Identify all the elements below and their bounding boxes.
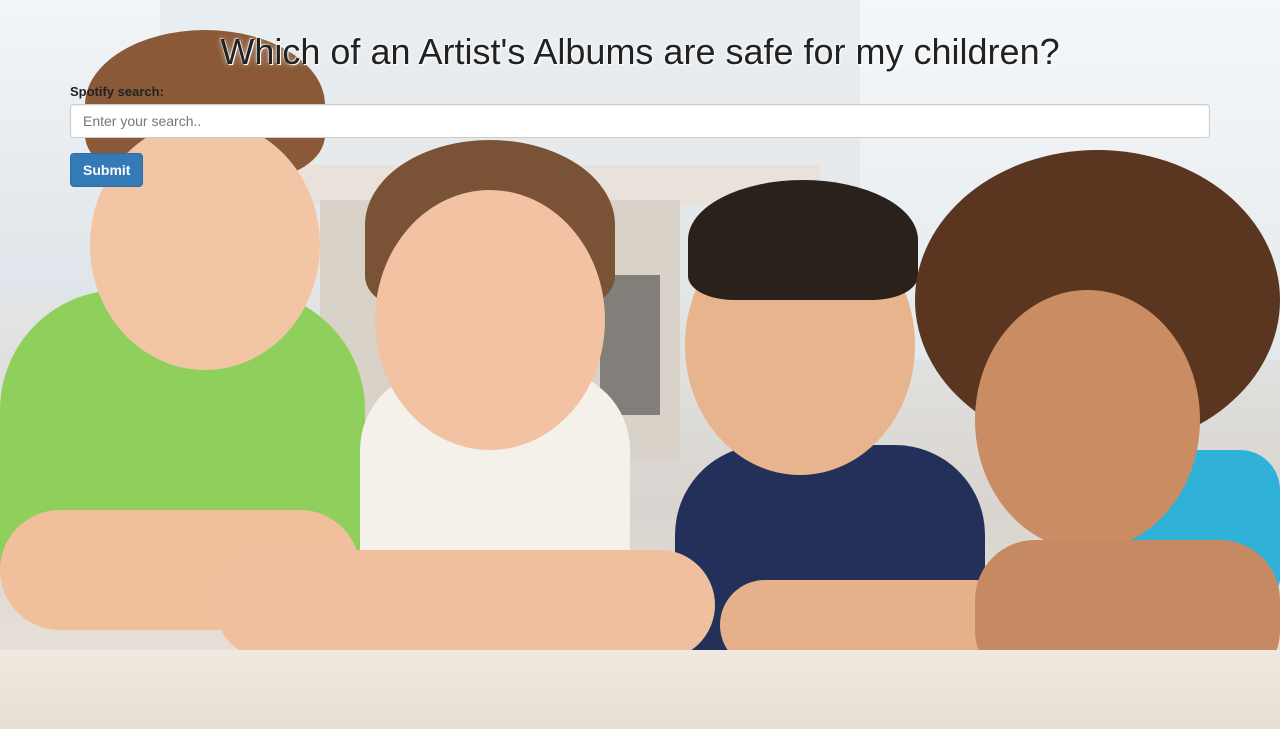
search-form-container: Which of an Artist's Albums are safe for…: [70, 30, 1210, 187]
page-title: Which of an Artist's Albums are safe for…: [220, 31, 1060, 72]
search-label: Spotify search:: [70, 84, 164, 99]
child-3-hair: [688, 180, 918, 300]
submit-button[interactable]: Submit: [70, 153, 144, 187]
background-firebox: [600, 275, 660, 415]
search-input[interactable]: [70, 104, 1210, 138]
background-sofa: [0, 650, 1280, 729]
child-2-face: [375, 190, 605, 450]
children-arms: [0, 470, 1280, 690]
